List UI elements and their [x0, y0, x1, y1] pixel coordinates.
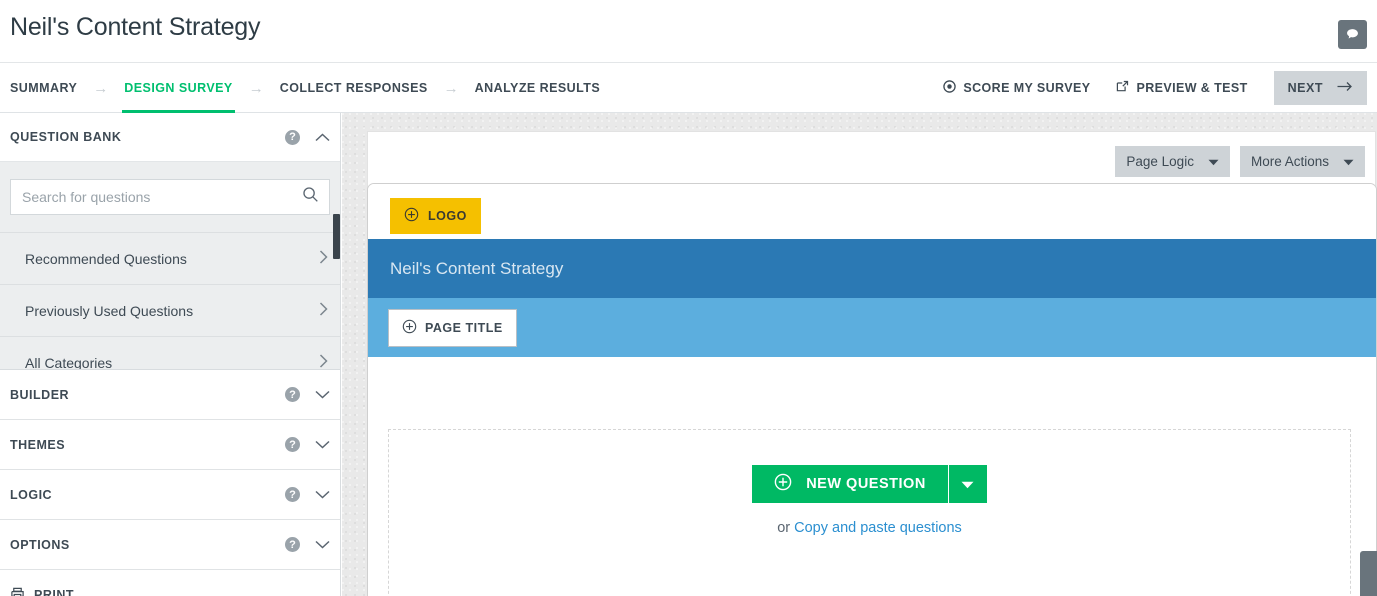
- help-icon[interactable]: ?: [285, 487, 300, 502]
- add-logo-label: LOGO: [428, 209, 467, 223]
- tab-design-survey[interactable]: DESIGN SURVEY: [122, 63, 236, 113]
- new-question-group: NEW QUESTION: [752, 465, 987, 503]
- help-icon[interactable]: ?: [285, 537, 300, 552]
- nav-arrow-icon: →: [443, 79, 459, 97]
- qbank-row-all-categories[interactable]: All Categories: [0, 336, 340, 370]
- page-toolbar-buttons: Page Logic More Actions: [1115, 146, 1365, 177]
- caret-down-icon: [961, 477, 974, 492]
- nav-arrow-icon: →: [93, 79, 109, 97]
- add-question-dropzone: NEW QUESTION or Copy and paste questions: [388, 429, 1351, 596]
- search-box[interactable]: [10, 179, 330, 215]
- help-icon[interactable]: ?: [285, 129, 300, 145]
- tab-collect-responses[interactable]: COLLECT RESPONSES: [278, 63, 430, 113]
- sidebar-section-builder[interactable]: BUILDER ?: [0, 370, 340, 420]
- list-item-label: All Categories: [25, 354, 113, 370]
- navigation-bar: SUMMARY → DESIGN SURVEY → COLLECT RESPON…: [0, 63, 1377, 113]
- speech-bubble-icon: [1345, 27, 1360, 42]
- survey-title-text: Neil's Content Strategy: [390, 258, 564, 278]
- plus-circle-icon: [402, 319, 417, 337]
- caret-down-icon: [1208, 154, 1219, 169]
- page-logic-label: Page Logic: [1126, 154, 1194, 169]
- help-icon[interactable]: ?: [285, 387, 300, 402]
- new-question-label: NEW QUESTION: [806, 476, 926, 492]
- chevron-right-icon: [319, 250, 328, 267]
- chevron-down-icon[interactable]: [314, 440, 330, 449]
- printer-icon: [10, 587, 25, 596]
- add-page-title-button[interactable]: PAGE TITLE: [388, 308, 517, 347]
- sidebar-item-label: PRINT: [34, 588, 74, 596]
- right-edge-tab-1[interactable]: [1360, 551, 1377, 596]
- external-link-icon: [1116, 80, 1129, 96]
- chevron-down-icon[interactable]: [314, 540, 330, 549]
- next-label: NEXT: [1287, 81, 1323, 95]
- new-question-button[interactable]: NEW QUESTION: [752, 465, 948, 503]
- target-icon: [943, 80, 957, 96]
- score-my-survey-button[interactable]: SCORE MY SURVEY: [943, 80, 1090, 96]
- preview-and-test-button[interactable]: PREVIEW & TEST: [1116, 80, 1247, 96]
- sidebar-section-options[interactable]: OPTIONS ?: [0, 520, 340, 570]
- nav-actions: SCORE MY SURVEY PREVIEW & TEST NEXT: [943, 63, 1367, 113]
- plus-circle-icon: [404, 207, 419, 225]
- sidebar-section-themes[interactable]: THEMES ?: [0, 420, 340, 470]
- sidebar-section-label: LOGIC: [10, 487, 53, 502]
- chevron-down-icon[interactable]: [314, 490, 330, 499]
- help-icon[interactable]: ?: [285, 437, 300, 452]
- nav-arrow-icon: →: [248, 79, 264, 97]
- sidebar-section-label: THEMES: [10, 437, 66, 452]
- or-label: or: [777, 520, 795, 536]
- tab-summary[interactable]: SUMMARY: [8, 63, 79, 113]
- chevron-right-icon: [319, 354, 328, 369]
- score-my-survey-label: SCORE MY SURVEY: [963, 81, 1091, 95]
- caret-down-icon: [1343, 154, 1354, 169]
- copy-paste-line: or Copy and paste questions: [777, 520, 962, 536]
- more-actions-button[interactable]: More Actions: [1239, 146, 1365, 177]
- chevron-down-icon[interactable]: [314, 390, 330, 399]
- app-header: Neil's Content Strategy: [0, 0, 1377, 63]
- arrow-right-icon: [1337, 81, 1353, 95]
- qbank-row-previously-used-questions[interactable]: Previously Used Questions: [0, 284, 340, 336]
- logo-band: LOGO: [368, 184, 1376, 239]
- nav-tabs: SUMMARY → DESIGN SURVEY → COLLECT RESPON…: [8, 63, 602, 113]
- next-button[interactable]: NEXT: [1273, 71, 1367, 105]
- question-bank-scrollbar[interactable]: [333, 214, 340, 259]
- add-page-title-label: PAGE TITLE: [425, 320, 503, 335]
- search-input[interactable]: [11, 180, 329, 214]
- feedback-button[interactable]: [1338, 20, 1367, 49]
- question-bank-title: QUESTION BANK: [10, 130, 122, 144]
- survey-canvas: Page Logic More Actions LOGO Neil's Cont…: [342, 113, 1377, 596]
- add-logo-button[interactable]: LOGO: [390, 198, 481, 234]
- sidebar-item-print[interactable]: PRINT: [0, 570, 340, 596]
- list-item-label: Previously Used Questions: [25, 302, 194, 319]
- copy-and-paste-questions-link[interactable]: Copy and paste questions: [794, 520, 962, 536]
- left-sidebar: QUESTION BANK ? Recommended Questions: [0, 113, 341, 596]
- preview-and-test-label: PREVIEW & TEST: [1136, 81, 1248, 95]
- plus-circle-icon: [774, 473, 792, 495]
- page-logic-button[interactable]: Page Logic: [1115, 146, 1230, 177]
- chevron-right-icon: [319, 302, 328, 319]
- sidebar-section-logic[interactable]: LOGIC ?: [0, 470, 340, 520]
- page-title-band: PAGE TITLE: [368, 298, 1376, 357]
- sidebar-section-label: BUILDER: [10, 387, 70, 402]
- survey-preview-card: LOGO Neil's Content Strategy PAGE TITLE: [367, 183, 1377, 596]
- chevron-up-icon[interactable]: [314, 132, 330, 142]
- survey-title-band[interactable]: Neil's Content Strategy: [368, 239, 1376, 298]
- more-actions-label: More Actions: [1250, 154, 1329, 169]
- list-item-label: Recommended Questions: [25, 250, 187, 267]
- qbank-row-recommended-questions[interactable]: Recommended Questions: [0, 232, 340, 284]
- search-wrapper: [0, 162, 340, 232]
- question-bank-header[interactable]: QUESTION BANK ?: [0, 113, 340, 162]
- page-title: Neil's Content Strategy: [10, 13, 261, 41]
- tab-analyze-results[interactable]: ANALYZE RESULTS: [473, 63, 603, 113]
- new-question-dropdown-button[interactable]: [947, 465, 987, 503]
- sidebar-section-label: OPTIONS: [10, 537, 70, 552]
- question-bank-body: Recommended Questions Previously Used Qu…: [0, 162, 340, 370]
